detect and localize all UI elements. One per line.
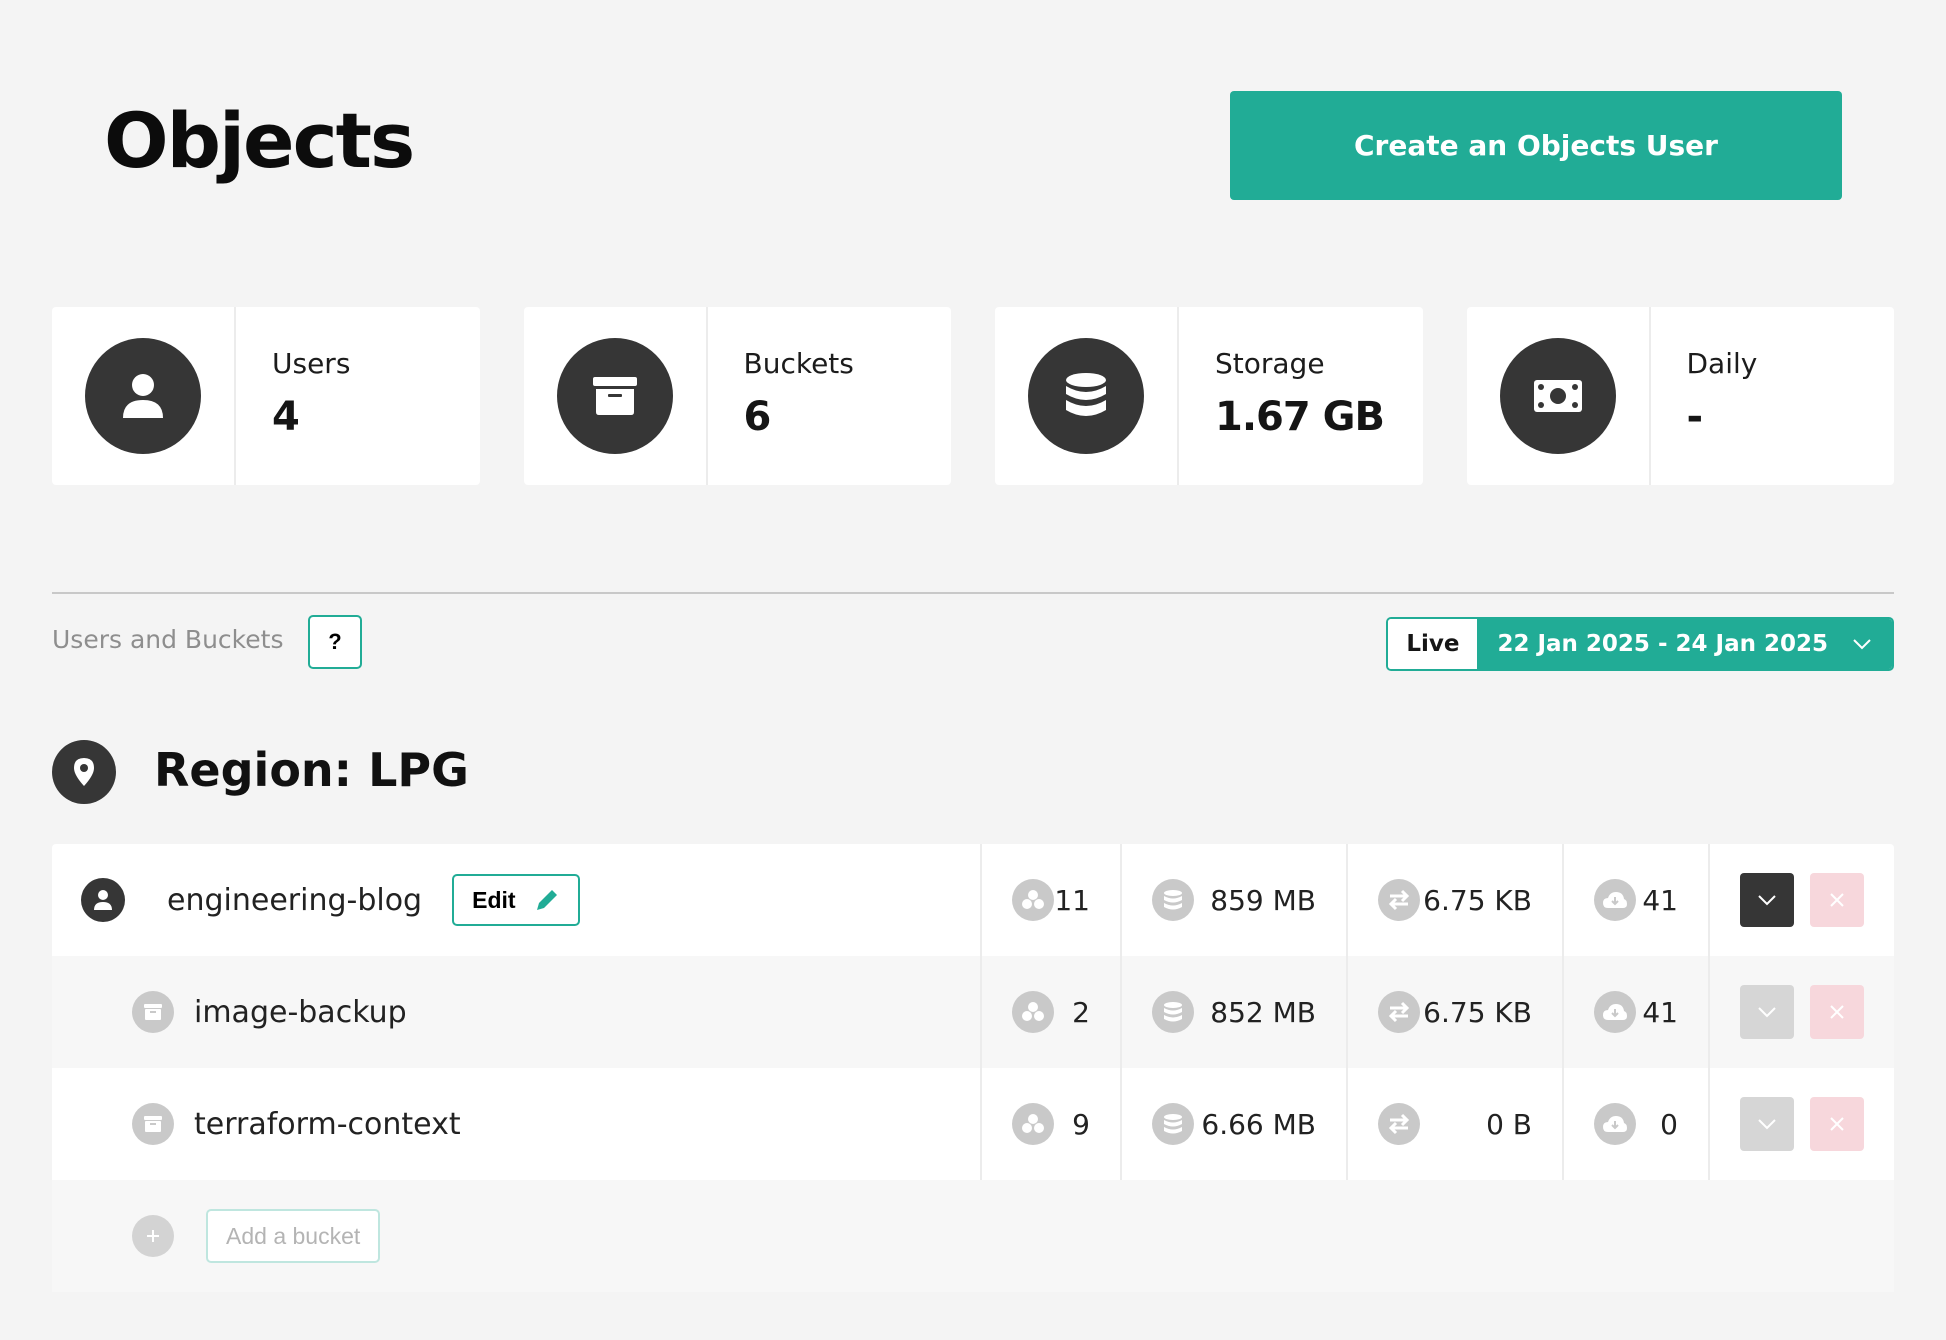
date-filter[interactable]: Live 22 Jan 2025 - 24 Jan 2025 — [1386, 617, 1894, 671]
expand-button[interactable] — [1740, 873, 1794, 927]
delete-button[interactable] — [1810, 1097, 1864, 1151]
stat-card-users: Users 4 — [52, 307, 480, 485]
user-row: engineering-blog Edit 11 859 MB 6.75 KB — [52, 844, 1894, 956]
date-range-dropdown[interactable]: 22 Jan 2025 - 24 Jan 2025 — [1477, 619, 1892, 669]
cloud-download-icon — [1594, 991, 1636, 1033]
storage-value: 6.66 MB — [1201, 1107, 1316, 1141]
user-icon — [85, 338, 201, 454]
objects-count: 9 — [1072, 1107, 1090, 1141]
live-label[interactable]: Live — [1388, 619, 1478, 669]
add-bucket-button[interactable]: Add a bucket — [206, 1209, 381, 1263]
storage-cell: 6.66 MB — [1122, 1068, 1348, 1180]
database-icon — [1152, 1103, 1194, 1145]
storage-value: 859 MB — [1210, 883, 1316, 917]
stat-label: Users — [272, 347, 351, 380]
chevron-down-icon — [1758, 1119, 1776, 1130]
requests-value: 41 — [1642, 995, 1678, 1029]
archive-icon — [132, 991, 174, 1033]
plus-icon[interactable] — [132, 1215, 174, 1257]
transfer-icon — [1378, 879, 1420, 921]
money-icon — [1499, 338, 1616, 454]
objects-count: 2 — [1072, 995, 1090, 1029]
stat-value: - — [1686, 394, 1704, 440]
objects-count: 11 — [1054, 883, 1090, 917]
bucket-name: image-backup — [194, 994, 407, 1030]
stat-card-daily: Daily - — [1466, 307, 1894, 485]
stat-value: 6 — [743, 394, 772, 440]
objects-page: Objects Create an Objects User Users 4 B… — [0, 0, 1946, 1340]
transfer-icon — [1378, 991, 1420, 1033]
user-name: engineering-blog — [167, 882, 423, 918]
transfer-cell: 0 B — [1348, 1068, 1564, 1180]
transfer-value: 6.75 KB — [1423, 995, 1532, 1029]
stat-card-buckets: Buckets 6 — [523, 307, 951, 485]
transfer-cell: 6.75 KB — [1348, 844, 1564, 956]
objects-icon — [1012, 879, 1054, 921]
stat-label: Buckets — [743, 347, 854, 380]
pencil-icon — [536, 890, 557, 910]
requests-cell: 41 — [1564, 844, 1710, 956]
page-header: Objects Create an Objects User — [52, 0, 1894, 290]
page-title: Objects — [104, 96, 415, 185]
database-icon — [1028, 338, 1144, 454]
add-bucket-row: Add a bucket — [52, 1180, 1894, 1292]
cloud-download-icon — [1594, 879, 1636, 921]
edit-user-button[interactable]: Edit — [452, 874, 580, 926]
objects-cell: 2 — [982, 956, 1122, 1068]
stats-row: Users 4 Buckets 6 Storage 1.67 GB Daily … — [52, 307, 1894, 485]
help-button[interactable]: ? — [308, 615, 362, 669]
stat-card-storage: Storage 1.67 GB — [995, 307, 1423, 485]
objects-icon — [1012, 991, 1054, 1033]
cloud-download-icon — [1594, 1103, 1636, 1145]
storage-cell: 852 MB — [1122, 956, 1348, 1068]
requests-cell: 41 — [1564, 956, 1710, 1068]
transfer-value: 6.75 KB — [1423, 883, 1532, 917]
bucket-name: terraform-context — [194, 1106, 461, 1142]
location-pin-icon — [52, 740, 116, 804]
divider — [52, 592, 1894, 594]
storage-value: 852 MB — [1210, 995, 1316, 1029]
requests-value: 41 — [1642, 883, 1678, 917]
chevron-down-icon — [1758, 895, 1776, 906]
transfer-cell: 6.75 KB — [1348, 956, 1564, 1068]
expand-button[interactable] — [1740, 985, 1794, 1039]
transfer-value: 0 B — [1486, 1107, 1532, 1141]
edit-label: Edit — [472, 886, 516, 913]
delete-button[interactable] — [1810, 873, 1864, 927]
user-icon — [81, 878, 125, 922]
close-icon — [1830, 1117, 1844, 1131]
expand-button[interactable] — [1740, 1097, 1794, 1151]
delete-button[interactable] — [1810, 985, 1864, 1039]
objects-cell: 11 — [982, 844, 1122, 956]
stat-label: Storage — [1215, 347, 1325, 380]
section-label: Users and Buckets — [52, 625, 284, 654]
storage-cell: 859 MB — [1122, 844, 1348, 956]
stat-value: 1.67 GB — [1215, 394, 1385, 440]
requests-value: 0 — [1660, 1107, 1678, 1141]
database-icon — [1152, 879, 1194, 921]
bucket-row: image-backup 2 852 MB 6.75 KB 41 — [52, 956, 1894, 1068]
region-title: Region: LPG — [154, 743, 469, 797]
archive-icon — [556, 338, 673, 454]
requests-cell: 0 — [1564, 1068, 1710, 1180]
stat-value: 4 — [272, 394, 300, 440]
users-buckets-table: engineering-blog Edit 11 859 MB 6.75 KB — [52, 844, 1894, 1292]
database-icon — [1152, 991, 1194, 1033]
chevron-down-icon — [1853, 639, 1871, 650]
stat-label: Daily — [1686, 347, 1758, 380]
create-objects-user-button[interactable]: Create an Objects User — [1230, 91, 1842, 200]
close-icon — [1830, 893, 1844, 907]
close-icon — [1830, 1005, 1844, 1019]
transfer-icon — [1378, 1103, 1420, 1145]
bucket-row: terraform-context 9 6.66 MB 0 B 0 — [52, 1068, 1894, 1180]
objects-icon — [1012, 1103, 1054, 1145]
objects-cell: 9 — [982, 1068, 1122, 1180]
date-range-label: 22 Jan 2025 - 24 Jan 2025 — [1497, 631, 1828, 657]
chevron-down-icon — [1758, 1007, 1776, 1018]
archive-icon — [132, 1103, 174, 1145]
